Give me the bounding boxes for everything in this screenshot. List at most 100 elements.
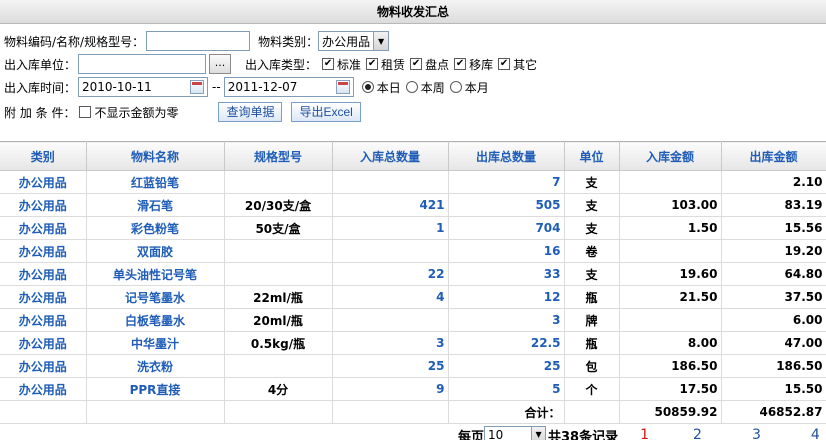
column-header[interactable]: 物料名称 (85, 141, 225, 171)
cell-unit: 支 (563, 170, 620, 194)
column-header[interactable]: 出库总数量 (447, 141, 565, 171)
table-row[interactable]: 办公用品 单头油性记号笔 22 33 支 19.60 64.80 (0, 262, 826, 286)
cell-material-name[interactable]: 滑石笔 (85, 193, 225, 217)
hide-zero-checkbox[interactable] (79, 106, 92, 118)
column-header[interactable]: 入库金额 (618, 141, 722, 171)
table-row[interactable]: 办公用品 白板笔墨水 20ml/瓶 3 牌 6.00 (0, 308, 826, 332)
column-header[interactable]: 入库总数量 (331, 141, 449, 171)
type-lease-checkbox[interactable]: ✔ (366, 58, 379, 70)
cell-material-name[interactable]: 红蓝铅笔 (85, 170, 225, 194)
table-row[interactable]: 办公用品 记号笔墨水 22ml/瓶 4 12 瓶 21.50 37.50 (0, 285, 826, 309)
cell-out-qty[interactable]: 16 (447, 239, 565, 263)
period-today-label: 本日 (376, 80, 401, 95)
per-page-label: 每页 (458, 429, 485, 440)
cell-in-amount: 1.50 (618, 216, 722, 240)
page-link[interactable]: 4 (811, 427, 820, 440)
type-other-label: 其它 (513, 57, 538, 72)
cell-in-qty[interactable]: 421 (331, 193, 449, 217)
cell-category: 办公用品 (0, 354, 87, 378)
cell-spec: 20ml/瓶 (223, 308, 333, 332)
cell-material-name[interactable]: 彩色粉笔 (85, 216, 225, 240)
page-link[interactable]: 3 (752, 427, 761, 440)
table-row[interactable]: 办公用品 彩色粉笔 50支/盒 1 704 支 1.50 15.56 (0, 216, 826, 240)
cell-out-qty[interactable]: 12 (447, 285, 565, 309)
table-row[interactable]: 办公用品 双面胶 16 卷 19.20 (0, 239, 826, 263)
cell-in-amount: 17.50 (618, 377, 722, 401)
export-excel-button[interactable]: 导出Excel (291, 102, 361, 122)
cell-spec (223, 170, 333, 194)
page-link[interactable]: 2 (693, 427, 702, 440)
cell-category: 办公用品 (0, 193, 87, 217)
column-header[interactable]: 出库金额 (720, 141, 826, 171)
table-row[interactable]: 办公用品 滑石笔 20/30支/盒 421 505 支 103.00 83.19 (0, 193, 826, 217)
cell-out-qty[interactable]: 704 (447, 216, 565, 240)
column-header[interactable]: 类别 (0, 141, 87, 171)
per-page-value: 10 (488, 428, 504, 440)
cell-spec (223, 239, 333, 263)
cell-material-name[interactable]: 记号笔墨水 (85, 285, 225, 309)
cell-material-name[interactable]: PPR直接 (85, 377, 225, 401)
cell-category: 办公用品 (0, 262, 87, 286)
cell-material-name[interactable]: 中华墨汁 (85, 331, 225, 355)
cell-in-amount: 103.00 (618, 193, 722, 217)
type-standard-checkbox[interactable]: ✔ (322, 58, 335, 70)
cell-material-name[interactable]: 双面胶 (85, 239, 225, 263)
cell-in-amount (618, 308, 722, 332)
cell-spec: 4分 (223, 377, 333, 401)
cell-out-qty[interactable]: 5 (447, 377, 565, 401)
period-week-radio[interactable] (405, 81, 418, 93)
column-header[interactable]: 规格型号 (223, 141, 333, 171)
material-search-input[interactable] (146, 31, 251, 51)
category-select[interactable]: 办公用品 ▼ (318, 31, 390, 51)
cell-in-qty[interactable]: 22 (331, 262, 449, 286)
cell-unit: 包 (563, 354, 620, 378)
cell-out-amount: 64.80 (720, 262, 826, 286)
cell-unit: 支 (563, 216, 620, 240)
cell-out-qty[interactable]: 25 (447, 354, 565, 378)
type-inventory-checkbox[interactable]: ✔ (410, 58, 423, 70)
unit-browse-button[interactable]: ... (209, 54, 232, 74)
cell-material-name[interactable]: 白板笔墨水 (85, 308, 225, 332)
cell-material-name[interactable]: 洗衣粉 (85, 354, 225, 378)
cell-out-qty[interactable]: 7 (447, 170, 565, 194)
cell-material-name[interactable]: 单头油性记号笔 (85, 262, 225, 286)
calendar-icon[interactable] (190, 80, 205, 94)
table-row[interactable]: 办公用品 洗衣粉 25 25 包 186.50 186.50 (0, 354, 826, 378)
type-transfer-checkbox[interactable]: ✔ (454, 58, 467, 70)
column-header[interactable]: 单位 (563, 141, 620, 171)
cell-in-qty[interactable]: 3 (331, 331, 449, 355)
type-inventory-label: 盘点 (425, 57, 450, 72)
period-today-radio[interactable] (361, 81, 374, 93)
page-link-current[interactable]: 1 (640, 427, 649, 440)
table-row[interactable]: 办公用品 红蓝铅笔 7 支 2.10 (0, 170, 826, 194)
table-row[interactable]: 办公用品 中华墨汁 0.5kg/瓶 3 22.5 瓶 8.00 47.00 (0, 331, 826, 355)
date-from-input[interactable]: 2010-10-11 (78, 77, 209, 97)
cell-in-qty[interactable] (331, 170, 449, 194)
cell-in-qty[interactable] (331, 308, 449, 332)
date-to-input[interactable]: 2011-12-07 (223, 77, 354, 97)
cell-out-qty[interactable]: 3 (447, 308, 565, 332)
cell-in-qty[interactable]: 9 (331, 377, 449, 401)
calendar-icon[interactable] (335, 80, 350, 94)
cell-out-qty[interactable]: 505 (447, 193, 565, 217)
type-other-checkbox[interactable]: ✔ (498, 58, 511, 70)
unit-input[interactable] (78, 54, 207, 74)
period-month-radio[interactable] (449, 81, 462, 93)
per-page-select[interactable]: 10 ▼ (484, 426, 547, 440)
cell-in-qty[interactable]: 4 (331, 285, 449, 309)
cell-out-amount: 6.00 (720, 308, 826, 332)
cell-out-qty[interactable]: 33 (447, 262, 565, 286)
type-transfer-label: 移库 (469, 57, 494, 72)
table-row[interactable]: 办公用品 PPR直接 4分 9 5 个 17.50 15.50 (0, 377, 826, 401)
cell-out-qty[interactable]: 22.5 (447, 331, 565, 355)
cell-category: 办公用品 (0, 216, 87, 240)
cell-category: 办公用品 (0, 285, 87, 309)
query-button[interactable]: 查询单据 (218, 102, 283, 122)
cell-in-amount: 19.60 (618, 262, 722, 286)
category-label: 物料类别： (258, 34, 319, 49)
cell-in-qty[interactable] (331, 239, 449, 263)
cell-in-qty[interactable]: 1 (331, 216, 449, 240)
cell-in-qty[interactable]: 25 (331, 354, 449, 378)
total-out-amount: 46852.87 (720, 400, 826, 424)
type-label: 出入库类型： (245, 57, 318, 72)
